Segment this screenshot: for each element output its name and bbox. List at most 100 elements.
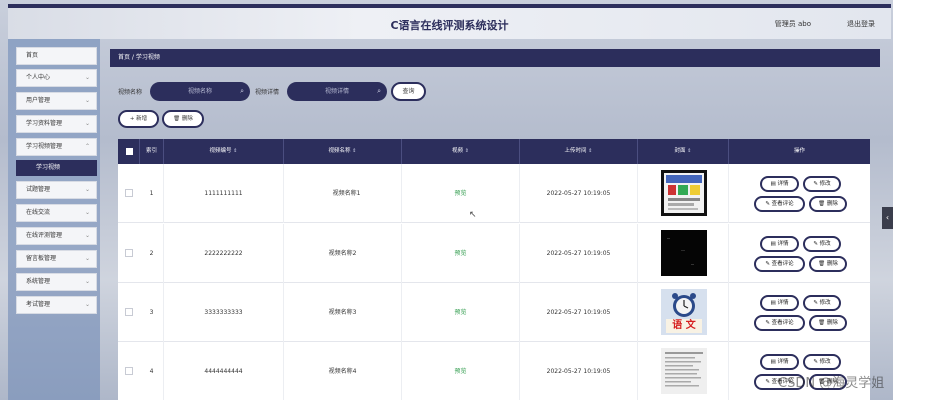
edit-button[interactable]: ✎ 修改 — [803, 236, 841, 252]
detail-button[interactable]: ▤ 详情 — [760, 236, 799, 252]
row-checkbox[interactable] — [125, 189, 133, 197]
delete-row-button[interactable]: 🗑 删除 — [809, 256, 847, 272]
pencil-icon: ✎ — [765, 320, 770, 326]
cover-thumbnail-graphic — [661, 230, 707, 276]
header-video-code[interactable]: 视频编号 ⇕ — [164, 139, 284, 164]
name-cell: 视频名称3 — [284, 283, 402, 342]
table-row: 1 1111111111 ↖ 视频名称1 预览 2022-05-27 10:19:… — [118, 164, 870, 223]
sidebar-item-label: 学习视频管理 — [26, 143, 63, 150]
pencil-icon: ✎ — [765, 261, 770, 267]
cover-thumbnail-graphic — [664, 173, 704, 213]
file-icon: ▤ — [770, 181, 776, 187]
pencil-icon: ✎ — [813, 300, 818, 306]
row-checkbox[interactable] — [125, 367, 133, 375]
search-icon: ⌕ — [240, 87, 244, 95]
operations-cell: ▤ 详情 ✎ 修改 ✎ 查看评论 🗑 删除 — [729, 164, 870, 223]
delete-row-button[interactable]: 🗑 删除 — [809, 315, 847, 331]
edit-button[interactable]: ✎ 修改 — [803, 354, 841, 370]
sidebar-item-label: 考试管理 — [26, 301, 51, 308]
sidebar-item-personal-center[interactable]: 个人中心 ⌄ — [16, 69, 97, 87]
chevron-left-icon[interactable]: ‹ — [882, 207, 893, 229]
logout-link[interactable]: 退出登录 — [847, 19, 875, 29]
sidebar-item-label: 用户管理 — [26, 97, 51, 104]
index-cell: 1 — [140, 164, 164, 223]
video-preview-link[interactable]: 预览 — [402, 164, 520, 223]
upload-time-cell: 2022-05-27 10:19:05 — [520, 342, 638, 400]
top-header: C语言在线评测系统设计 管理员 abo 退出登录 — [8, 4, 891, 39]
sort-icon: ⇕ — [687, 148, 692, 154]
cover-image[interactable] — [661, 230, 707, 276]
header-video[interactable]: 视频 ⇕ — [402, 139, 520, 164]
pencil-icon: ✎ — [813, 359, 818, 365]
select-all-checkbox[interactable] — [126, 148, 133, 155]
view-comments-button[interactable]: ✎ 查看评论 — [754, 256, 805, 272]
video-preview-link[interactable]: 预览 — [402, 283, 520, 342]
chevron-down-icon: ⌄ — [84, 74, 90, 81]
query-button[interactable]: 查询 — [391, 82, 426, 101]
video-preview-link[interactable]: 预览 — [402, 224, 520, 283]
sort-icon: ⇕ — [233, 148, 238, 154]
header-index: 索引 — [140, 139, 164, 164]
video-table: 索引 视频编号 ⇕ 视频名称 ⇕ 视频 ⇕ 上传时间 ⇕ 封面 ⇕ 操作 1 1… — [118, 139, 870, 400]
sidebar-item-exam[interactable]: 考试管理 ⌄ — [16, 296, 97, 314]
sidebar-item-user-management[interactable]: 用户管理 ⌄ — [16, 92, 97, 110]
pencil-icon: ✎ — [765, 201, 770, 207]
watermark: CSDN @海灵学姐 — [778, 376, 885, 391]
code-cell: 2222222222 — [164, 224, 284, 283]
delete-label: 删除 — [181, 116, 193, 122]
header-video-name[interactable]: 视频名称 ⇕ — [284, 139, 402, 164]
cover-cell — [638, 342, 729, 400]
add-button[interactable]: + 新增 — [118, 110, 159, 128]
detail-button[interactable]: ▤ 详情 — [760, 295, 799, 311]
placeholder-text: 视频名称 — [187, 88, 212, 95]
row-checkbox[interactable] — [125, 249, 133, 257]
chevron-down-icon: ⌄ — [84, 209, 90, 216]
sidebar-item-label: 在线交流 — [26, 209, 51, 216]
file-icon: ▤ — [770, 241, 776, 247]
table-header: 索引 视频编号 ⇕ 视频名称 ⇕ 视频 ⇕ 上传时间 ⇕ 封面 ⇕ 操作 — [118, 139, 870, 164]
search-bar: 视频名称 视频名称 ⌕ 视频详情 视频详情 ⌕ 查询 — [118, 82, 518, 101]
cover-image[interactable] — [661, 348, 707, 394]
sidebar-item-online-chat[interactable]: 在线交流 ⌄ — [16, 204, 97, 222]
cover-cell — [638, 164, 729, 223]
sidebar-subitem-study-video[interactable]: 学习视频 — [16, 160, 97, 176]
trash-icon: 🗑 — [173, 116, 181, 122]
operations-cell: ▤ 详情 ✎ 修改 ✎ 查看评论 🗑 删除 — [729, 342, 870, 400]
chevron-down-icon: ⌄ — [84, 97, 90, 104]
header-upload-time[interactable]: 上传时间 ⇕ — [520, 139, 638, 164]
index-cell: 3 — [140, 283, 164, 342]
app-title: C语言在线评测系统设计 — [390, 19, 509, 32]
sidebar-item-materials[interactable]: 学习资料管理 ⌄ — [16, 115, 97, 133]
sidebar-item-label: 学习资料管理 — [26, 120, 63, 127]
detail-button[interactable]: ▤ 详情 — [760, 176, 799, 192]
view-comments-button[interactable]: ✎ 查看评论 — [754, 196, 805, 212]
sidebar-item-home[interactable]: 首页 — [16, 47, 97, 65]
sort-icon: ⇕ — [352, 148, 357, 154]
code-cell: 3333333333 — [164, 283, 284, 342]
detail-button[interactable]: ▤ 详情 — [760, 354, 799, 370]
sidebar-item-label: 在线评测管理 — [26, 232, 63, 239]
edit-button[interactable]: ✎ 修改 — [803, 295, 841, 311]
sidebar-item-evaluation[interactable]: 在线评测管理 ⌄ — [16, 227, 97, 245]
app-frame: C语言在线评测系统设计 管理员 abo 退出登录 首页 个人中心 ⌄ 用户管理 ⌄ … — [0, 0, 893, 400]
edit-button[interactable]: ✎ 修改 — [803, 176, 841, 192]
header-cover[interactable]: 封面 ⇕ — [638, 139, 729, 164]
sidebar-item-questions[interactable]: 试题管理 ⌄ — [16, 181, 97, 199]
row-checkbox[interactable] — [125, 308, 133, 316]
cover-image[interactable] — [661, 170, 707, 216]
view-comments-button[interactable]: ✎ 查看评论 — [754, 315, 805, 331]
video-preview-link[interactable]: 预览 — [402, 342, 520, 400]
delete-button[interactable]: 🗑 删除 — [162, 110, 204, 128]
video-detail-input[interactable]: 视频详情 ⌕ — [287, 82, 387, 101]
video-name-input[interactable]: 视频名称 ⌕ — [150, 82, 250, 101]
index-cell: 2 — [140, 224, 164, 283]
sidebar-item-message-board[interactable]: 留言板管理 ⌄ — [16, 250, 97, 268]
cover-image[interactable]: 语 文 — [661, 289, 707, 335]
video-detail-label: 视频详情 — [255, 89, 280, 96]
chevron-down-icon: ⌄ — [84, 120, 90, 127]
sidebar-item-videos[interactable]: 学习视频管理 ⌃ — [16, 138, 97, 156]
sidebar-item-system[interactable]: 系统管理 ⌄ — [16, 273, 97, 291]
delete-row-button[interactable]: 🗑 删除 — [809, 196, 847, 212]
name-cell: 视频名称4 — [284, 342, 402, 400]
code-cell: 4444444444 — [164, 342, 284, 400]
